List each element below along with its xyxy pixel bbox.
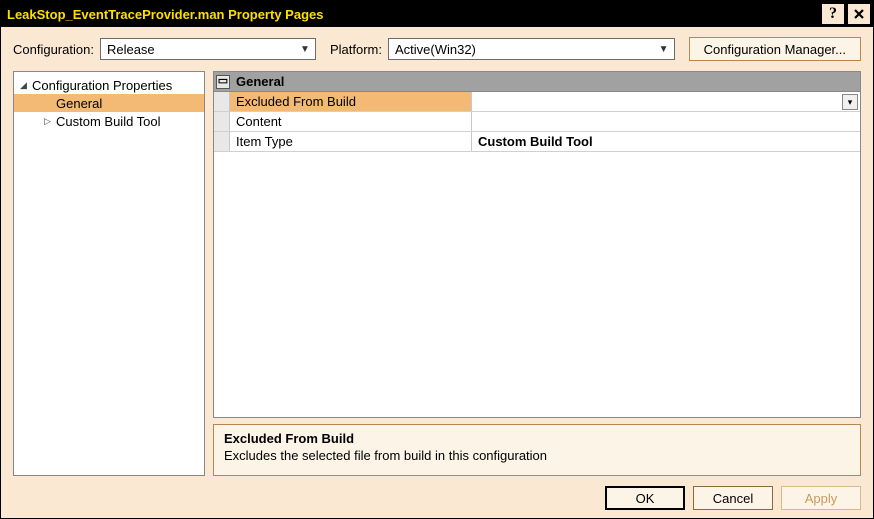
row-gutter — [214, 92, 230, 111]
right-column: ▭ General Excluded From Build ▾ Conte — [213, 71, 861, 476]
close-button[interactable] — [847, 3, 871, 25]
property-row-excluded[interactable]: Excluded From Build ▾ — [214, 92, 860, 112]
category-header[interactable]: ▭ General — [214, 72, 860, 92]
titlebar: LeakStop_EventTraceProvider.man Property… — [1, 1, 873, 27]
tree-root-config-properties[interactable]: ◢ Configuration Properties — [14, 76, 204, 94]
help-button[interactable]: ? — [821, 3, 845, 25]
platform-combo[interactable]: Active(Win32) ▼ — [388, 38, 675, 60]
tree-root-label: Configuration Properties — [32, 78, 172, 93]
tree-item-general[interactable]: General — [14, 94, 204, 112]
expand-triangle-icon: ▷ — [44, 116, 56, 127]
configuration-value: Release — [107, 42, 155, 57]
property-grid-empty — [214, 152, 860, 417]
property-name: Excluded From Build — [230, 92, 472, 111]
property-value[interactable]: ▾ — [472, 92, 860, 111]
tree-item-custom-build-tool[interactable]: ▷ Custom Build Tool — [14, 112, 204, 130]
platform-value: Active(Win32) — [395, 42, 476, 57]
close-icon — [853, 8, 865, 20]
cancel-button[interactable]: Cancel — [693, 486, 773, 510]
description-title: Excluded From Build — [224, 431, 850, 446]
tree-item-label: Custom Build Tool — [56, 114, 161, 129]
configuration-label: Configuration: — [13, 42, 94, 57]
configuration-manager-button[interactable]: Configuration Manager... — [689, 37, 861, 61]
config-row: Configuration: Release ▼ Platform: Activ… — [13, 37, 861, 61]
collapse-triangle-icon: ◢ — [20, 80, 32, 91]
tree-item-label: General — [56, 96, 102, 111]
platform-label: Platform: — [330, 42, 382, 57]
property-grid: ▭ General Excluded From Build ▾ Conte — [213, 71, 861, 418]
configuration-combo[interactable]: Release ▼ — [100, 38, 316, 60]
dialog-buttons: OK Cancel Apply — [13, 486, 861, 510]
collapse-box-icon: ▭ — [216, 75, 230, 89]
row-gutter — [214, 132, 230, 151]
property-name: Content — [230, 112, 472, 131]
dropdown-icon[interactable]: ▾ — [842, 94, 858, 110]
property-value[interactable] — [472, 112, 860, 131]
property-name: Item Type — [230, 132, 472, 151]
property-row-item-type[interactable]: Item Type Custom Build Tool — [214, 132, 860, 152]
main-area: ◢ Configuration Properties General ▷ Cus… — [13, 71, 861, 476]
window-title: LeakStop_EventTraceProvider.man Property… — [7, 7, 819, 22]
ok-button[interactable]: OK — [605, 486, 685, 510]
apply-button: Apply — [781, 486, 861, 510]
description-panel: Excluded From Build Excludes the selecte… — [213, 424, 861, 476]
description-text: Excludes the selected file from build in… — [224, 448, 850, 463]
category-tree[interactable]: ◢ Configuration Properties General ▷ Cus… — [13, 71, 205, 476]
property-row-content[interactable]: Content — [214, 112, 860, 132]
chevron-down-icon: ▼ — [655, 40, 673, 58]
row-gutter — [214, 112, 230, 131]
dialog-content: Configuration: Release ▼ Platform: Activ… — [1, 27, 873, 518]
property-value[interactable]: Custom Build Tool — [472, 132, 860, 151]
category-label: General — [236, 74, 284, 89]
chevron-down-icon: ▼ — [296, 40, 314, 58]
property-pages-dialog: LeakStop_EventTraceProvider.man Property… — [0, 0, 874, 519]
